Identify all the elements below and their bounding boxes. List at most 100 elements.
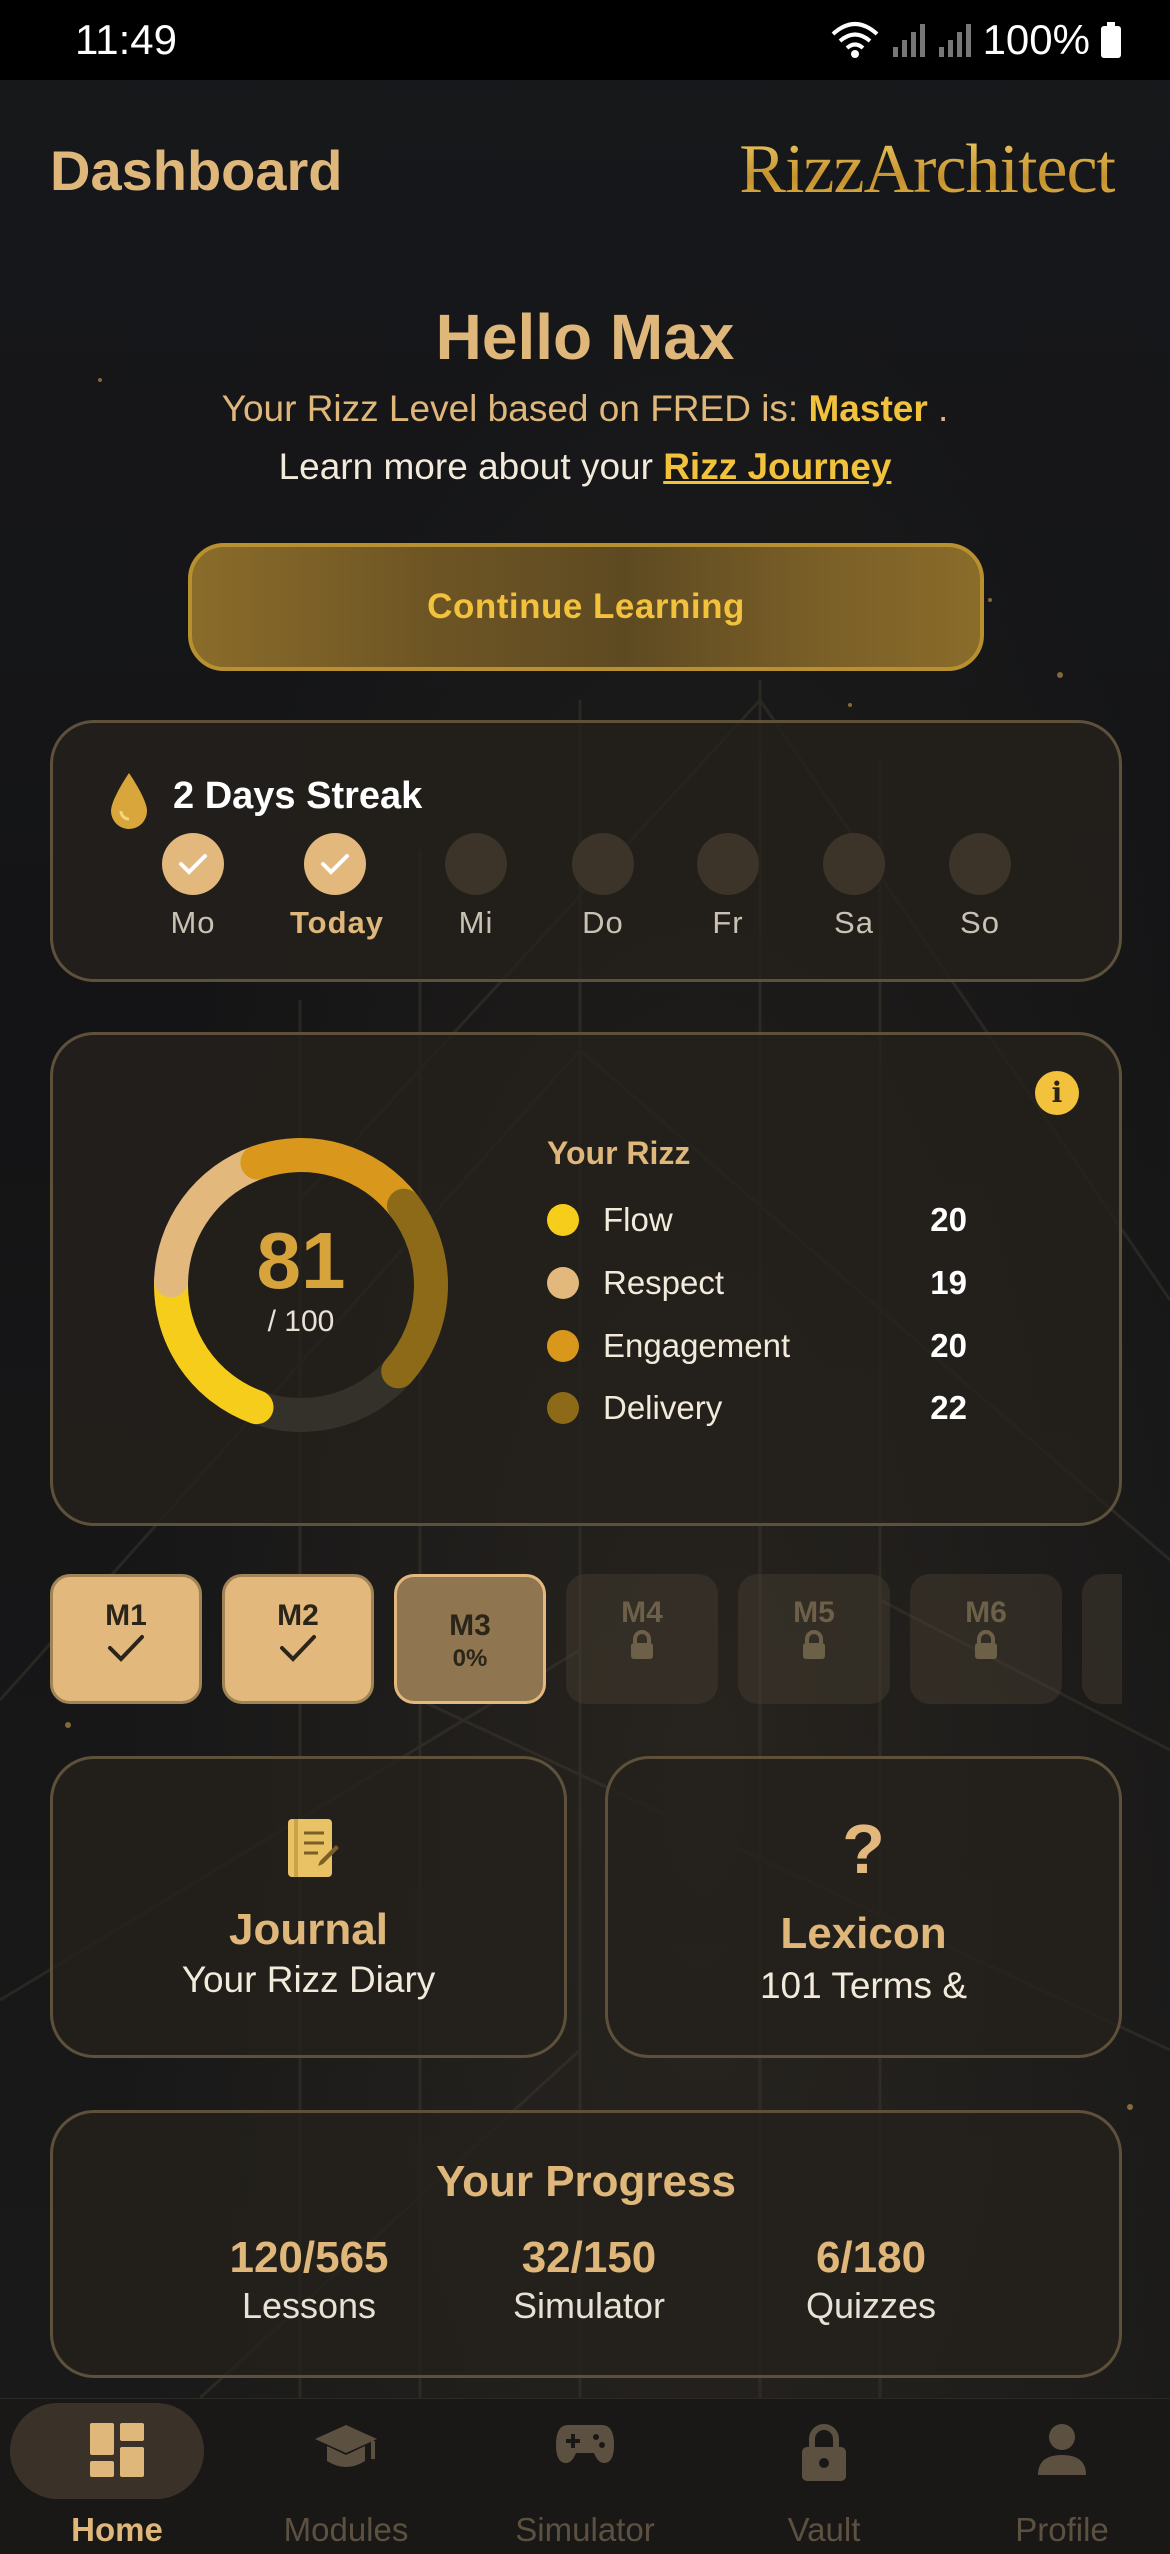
signal-icon-secondary bbox=[938, 24, 971, 57]
streak-card: 2 Days Streak Mo Today Mi Do Fr Sa So bbox=[50, 720, 1122, 982]
flow-color-dot bbox=[547, 1204, 579, 1236]
module-progress: 0% bbox=[452, 1645, 488, 1672]
delivery-color-dot bbox=[547, 1392, 579, 1424]
journal-tile[interactable]: Journal Your Rizz Diary bbox=[50, 1756, 567, 2058]
lessons-label: Lessons bbox=[241, 2285, 377, 2326]
streak-day-label: Sa bbox=[834, 905, 874, 940]
status-time: 11:49 bbox=[75, 16, 177, 63]
empty-day-dot bbox=[572, 833, 634, 895]
module-m2[interactable]: M2 bbox=[222, 1574, 374, 1704]
journal-subtitle: Your Rizz Diary bbox=[181, 1959, 436, 2000]
nav-vault[interactable]: Vault bbox=[707, 2399, 941, 2554]
streak-day-so: So bbox=[935, 833, 1025, 941]
rizz-level-suffix: . bbox=[938, 388, 949, 429]
metric-name: Engagement bbox=[603, 1327, 791, 1364]
rizz-title: Your Rizz bbox=[547, 1135, 691, 1171]
gamepad-icon bbox=[556, 2425, 614, 2463]
simulator-value: 32/150 bbox=[521, 2233, 657, 2282]
metric-value: 20 bbox=[930, 1201, 967, 1238]
streak-title: 2 Days Streak bbox=[173, 775, 423, 817]
empty-day-dot bbox=[445, 833, 507, 895]
progress-title: Your Progress bbox=[436, 2157, 736, 2206]
metric-respect: Respect 19 bbox=[547, 1260, 967, 1306]
metric-flow: Flow 20 bbox=[547, 1197, 967, 1243]
lessons-value: 120/565 bbox=[229, 2233, 389, 2282]
check-icon bbox=[108, 1635, 144, 1662]
metric-value: 22 bbox=[930, 1389, 967, 1426]
rizz-score-max: / 100 bbox=[267, 1305, 335, 1338]
battery-percent: 100% bbox=[982, 16, 1090, 63]
page-title: Dashboard bbox=[50, 138, 343, 202]
lexicon-subtitle: 101 Terms & bbox=[759, 1965, 968, 2006]
journal-icon bbox=[288, 1819, 339, 1877]
streak-day-today: Today bbox=[290, 833, 384, 941]
streak-drop-icon bbox=[111, 773, 147, 829]
signal-icon bbox=[892, 24, 925, 57]
module-name: M5 bbox=[793, 1596, 835, 1629]
nav-label: Vault bbox=[787, 2511, 861, 2548]
respect-color-dot bbox=[547, 1267, 579, 1299]
check-icon bbox=[280, 1635, 316, 1662]
nav-modules[interactable]: Modules bbox=[229, 2399, 463, 2554]
streak-day-label: Fr bbox=[712, 905, 744, 940]
question-mark-icon: ? bbox=[842, 1810, 885, 1888]
module-name: M3 bbox=[449, 1609, 491, 1642]
status-icons: 100% bbox=[829, 16, 1122, 64]
lock-icon bbox=[803, 1630, 825, 1659]
nav-profile[interactable]: Profile bbox=[945, 2399, 1170, 2554]
lexicon-tile[interactable]: ? Lexicon 101 Terms & bbox=[605, 1756, 1122, 2058]
module-m5[interactable]: M5 bbox=[738, 1574, 890, 1704]
streak-day-mo: Mo bbox=[148, 833, 238, 941]
lock-icon bbox=[802, 2424, 846, 2481]
module-name: M4 bbox=[621, 1596, 663, 1629]
lock-icon bbox=[631, 1630, 653, 1659]
journal-title: Journal bbox=[229, 1905, 388, 1954]
metric-engagement: Engagement 20 bbox=[547, 1323, 967, 1369]
person-icon bbox=[1038, 2424, 1086, 2475]
check-icon bbox=[162, 833, 224, 895]
continue-learning-button[interactable]: Continue Learning bbox=[188, 543, 984, 671]
streak-day-do: Do bbox=[558, 833, 648, 941]
nav-simulator[interactable]: Simulator bbox=[468, 2399, 702, 2554]
info-icon[interactable]: i bbox=[1035, 1071, 1079, 1115]
progress-card: Your Progress 120/565 Lessons 32/150 Sim… bbox=[50, 2110, 1122, 2378]
nav-label: Modules bbox=[283, 2511, 409, 2548]
journey-line: Learn more about your Rizz Journey bbox=[0, 446, 1170, 488]
brand-logo: RizzArchitect bbox=[739, 131, 1116, 208]
rizz-level-value: Master bbox=[808, 388, 928, 429]
nav-label: Simulator bbox=[515, 2511, 655, 2548]
quizzes-value: 6/180 bbox=[815, 2233, 927, 2282]
header: Dashboard RizzArchitect bbox=[50, 130, 1116, 210]
simulator-label: Simulator bbox=[512, 2285, 666, 2326]
streak-day-label: Mo bbox=[170, 905, 216, 940]
progress-simulator: 32/150 Simulator bbox=[439, 2233, 739, 2327]
streak-day-fr: Fr bbox=[683, 833, 773, 941]
module-m1[interactable]: M1 bbox=[50, 1574, 202, 1704]
module-m6[interactable]: M6 bbox=[910, 1574, 1062, 1704]
rizz-level-line: Your Rizz Level based on FRED is: Master… bbox=[0, 388, 1170, 430]
greeting: Hello Max bbox=[435, 301, 735, 373]
module-name: M1 bbox=[105, 1599, 147, 1632]
empty-day-dot bbox=[823, 833, 885, 895]
battery-icon bbox=[1101, 22, 1121, 58]
streak-day-label: Mi bbox=[458, 905, 494, 940]
module-m4[interactable]: M4 bbox=[566, 1574, 718, 1704]
wifi-icon bbox=[831, 22, 878, 58]
streak-day-sa: Sa bbox=[809, 833, 899, 941]
metric-name: Flow bbox=[603, 1201, 673, 1238]
dashboard-screen: 11:49 100% Dashboard RizzArchitect Hello… bbox=[0, 0, 1170, 2554]
metric-value: 19 bbox=[930, 1264, 967, 1301]
bottom-nav: Home Modules Simulator Vault Profile bbox=[0, 2398, 1170, 2554]
rizz-journey-link[interactable]: Rizz Journey bbox=[663, 446, 891, 487]
module-m3[interactable]: M3 0% bbox=[394, 1574, 546, 1704]
engagement-color-dot bbox=[547, 1330, 579, 1362]
module-next-partial[interactable] bbox=[1082, 1574, 1122, 1704]
module-name: M2 bbox=[277, 1599, 319, 1632]
nav-home[interactable]: Home bbox=[0, 2399, 234, 2554]
streak-day-label: Today bbox=[290, 905, 384, 940]
metric-delivery: Delivery 22 bbox=[547, 1385, 967, 1431]
nav-label: Home bbox=[71, 2511, 163, 2548]
metric-name: Respect bbox=[603, 1264, 725, 1301]
progress-lessons: 120/565 Lessons bbox=[159, 2233, 459, 2327]
status-bar: 11:49 100% bbox=[0, 0, 1170, 80]
